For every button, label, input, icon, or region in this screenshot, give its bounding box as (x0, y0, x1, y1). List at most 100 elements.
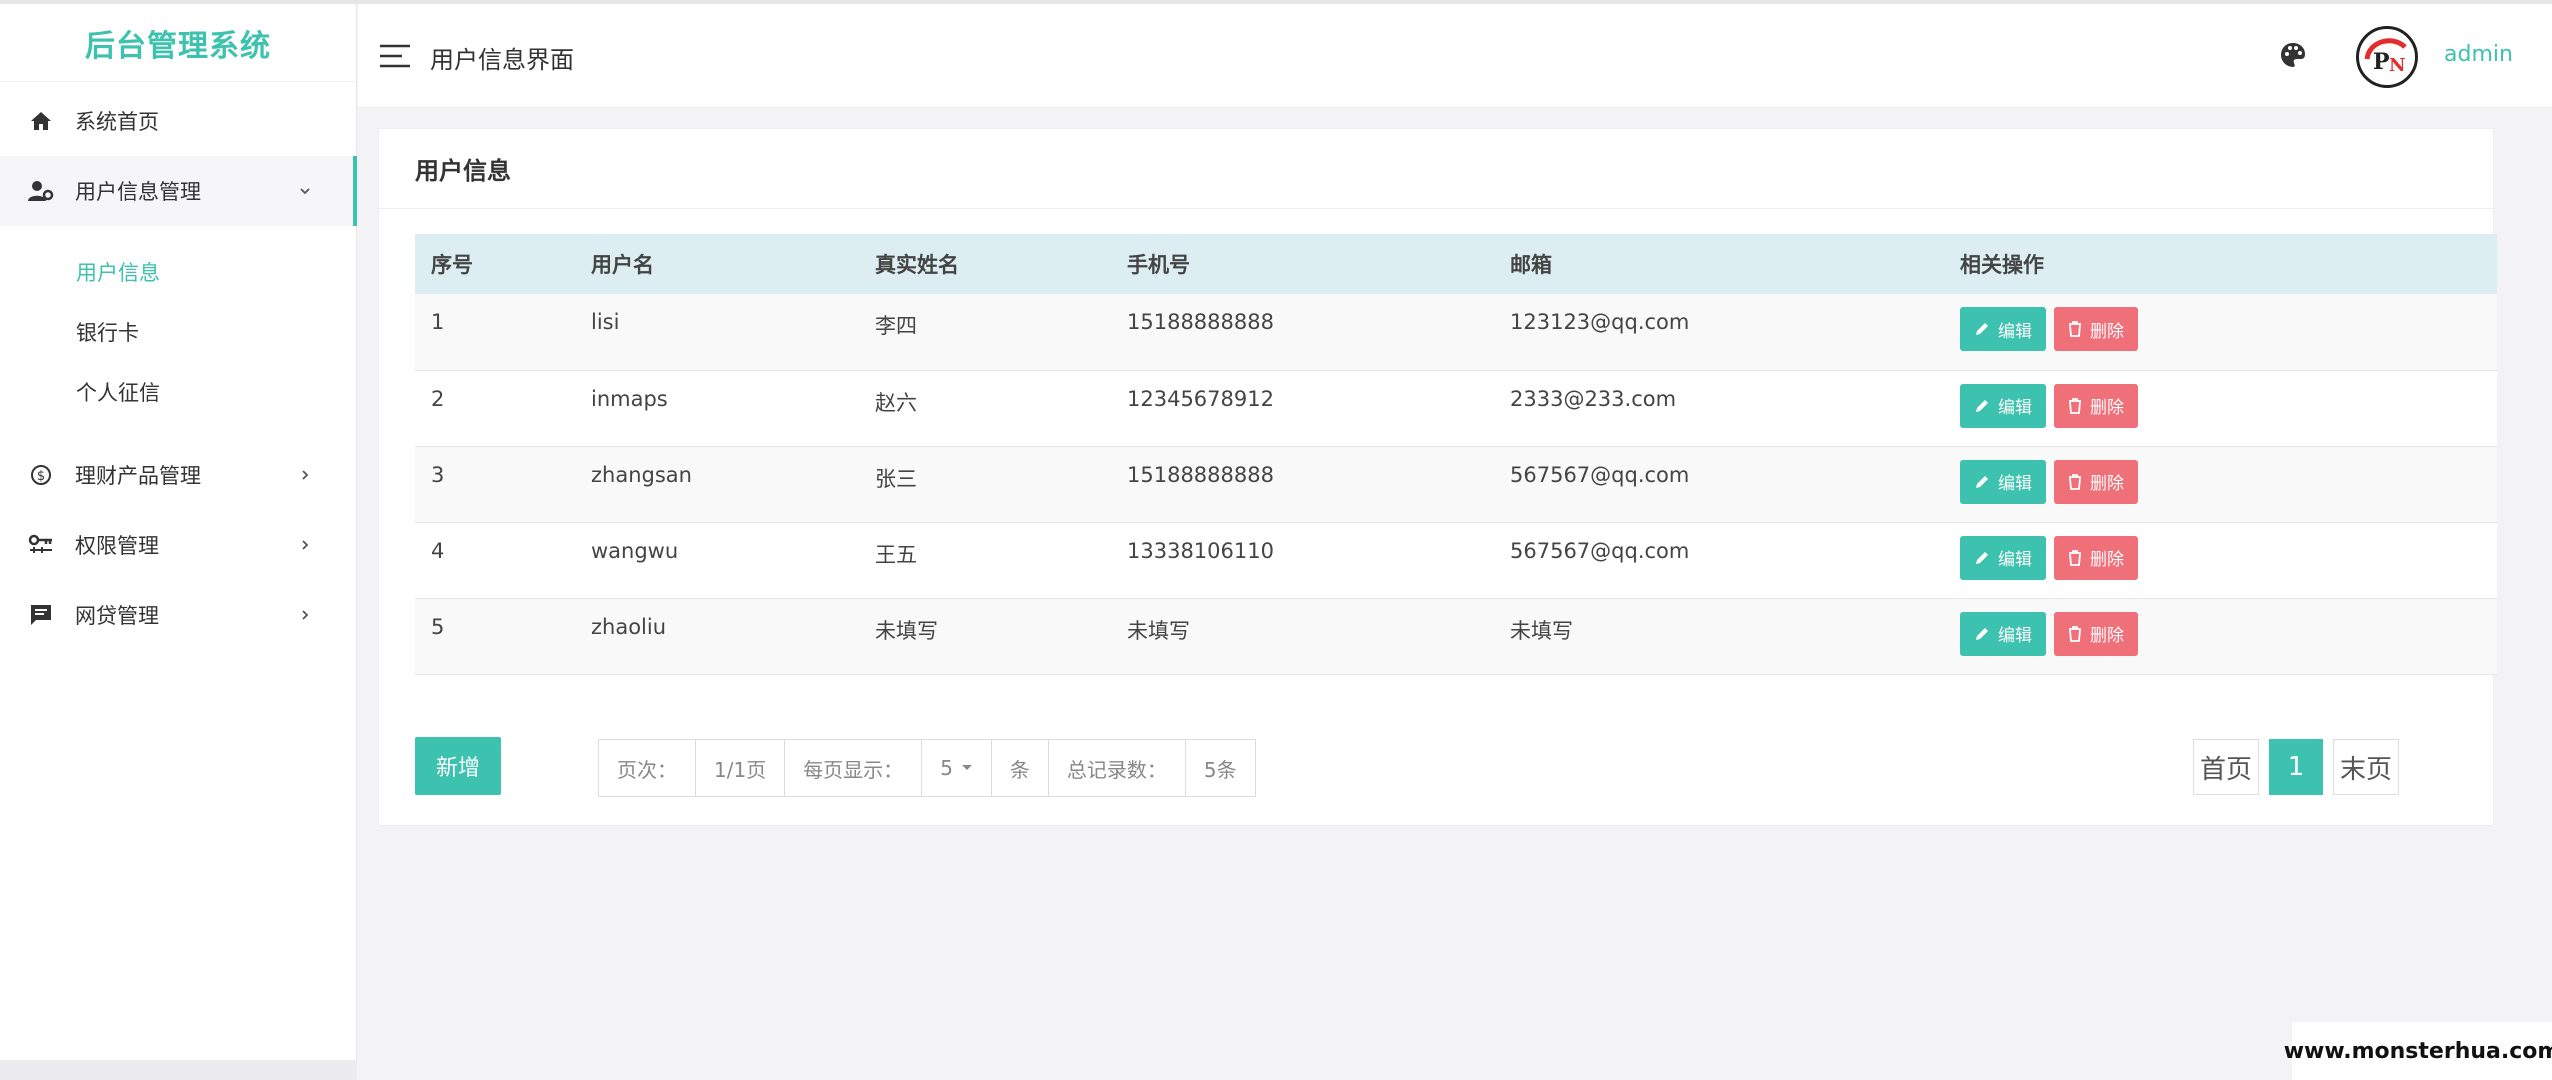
edit-label: 编辑 (1998, 398, 2032, 418)
per-page-label: 每页显示： (784, 739, 923, 797)
money-icon: $ (27, 461, 55, 489)
table-cell: wangwu (591, 538, 679, 563)
table-row: 3 zhangsan 张三 15188888888 567567@qq.com 编辑 删除 (415, 446, 2497, 522)
table-cell: 3 (431, 462, 445, 487)
column-header: 真实姓名 (875, 253, 959, 277)
table-cell: 5 (431, 614, 445, 639)
user-settings-icon (27, 177, 55, 205)
page-value: 1/1页 (695, 739, 786, 797)
table-cell: zhangsan (591, 462, 692, 487)
watermark: www.monsterhua.com (2284, 1022, 2552, 1080)
chevron-right-icon (302, 540, 309, 550)
table-row: 2 inmaps 赵六 12345678912 2333@233.com 编辑 删除 (415, 370, 2497, 446)
add-button[interactable]: 新增 (415, 737, 501, 795)
pencil-icon (1976, 475, 1988, 488)
table-cell: 李四 (875, 314, 917, 338)
page-label: 页次： (598, 739, 696, 797)
palette-icon[interactable] (2278, 40, 2308, 70)
home-icon (27, 107, 55, 135)
delete-button[interactable]: 删除 (2054, 459, 2138, 504)
top-header: 用户信息界面 P N admin (358, 4, 2552, 108)
sidebar-item-label: 系统首页 (75, 110, 159, 134)
svg-text:$: $ (37, 469, 45, 484)
actions-cell: 编辑 删除 (1944, 446, 2497, 522)
column-header: 手机号 (1127, 253, 1190, 277)
submenu-user-info: 用户信息 银行卡 个人征信 (0, 226, 356, 440)
username[interactable]: admin (2444, 42, 2513, 67)
pagination-info: 页次： 1/1页 每页显示： 5 条 总记录数： 5条 (598, 739, 1256, 797)
sidebar-subitem-credit[interactable]: 个人征信 (0, 362, 356, 422)
delete-button[interactable]: 删除 (2054, 307, 2138, 351)
app-logo[interactable]: 后台管理系统 (0, 4, 356, 82)
table-cell: inmaps (591, 386, 668, 411)
sidebar-item-home[interactable]: 系统首页 (0, 86, 356, 156)
sidebar-item-permissions[interactable]: 权限管理 (0, 510, 356, 580)
chevron-right-icon (302, 470, 309, 480)
table-row: 5 zhaoliu 未填写 未填写 未填写 编辑 删除 (415, 598, 2497, 674)
edit-button[interactable]: 编辑 (1960, 611, 2046, 656)
pencil-icon (1976, 551, 1988, 564)
first-page-button[interactable]: 首页 (2193, 739, 2260, 795)
table-cell: 123123@qq.com (1510, 310, 1690, 334)
sidebar-item-user-info-management[interactable]: 用户信息管理 (0, 156, 357, 226)
edit-label: 编辑 (1998, 626, 2032, 646)
edit-button[interactable]: 编辑 (1960, 383, 2046, 428)
per-page-unit: 条 (990, 739, 1049, 797)
delete-button[interactable]: 删除 (2054, 611, 2138, 656)
per-page-select[interactable]: 5 (921, 739, 992, 797)
caret-down-icon (961, 765, 972, 770)
card-title: 用户信息 (379, 129, 2493, 209)
pencil-icon (1976, 627, 1988, 640)
sidebar-item-label: 用户信息管理 (75, 180, 201, 204)
chevron-down-icon (300, 188, 310, 195)
pagination: 首页 1 末页 (2193, 739, 2409, 795)
user-info-card: 用户信息 序号 用户名 真实姓名 手机号 邮箱 相关操作 1 lisi 李四 1518… (378, 128, 2497, 826)
menu-toggle-icon[interactable] (380, 44, 410, 68)
actions-cell: 编辑 删除 (1944, 598, 2497, 674)
sidebar-item-label: 理财产品管理 (75, 464, 201, 488)
user-table: 序号 用户名 真实姓名 手机号 邮箱 相关操作 1 lisi 李四 151888888… (415, 234, 2497, 675)
trash-icon (2069, 397, 2081, 414)
last-page-button[interactable]: 末页 (2333, 739, 2400, 795)
edit-label: 编辑 (1998, 321, 2032, 342)
edit-label: 编辑 (1998, 474, 2032, 494)
table-cell: 2333@233.com (1510, 386, 1677, 411)
sidebar-subitem-user-info[interactable]: 用户信息 (0, 242, 356, 302)
delete-button[interactable]: 删除 (2054, 535, 2138, 580)
actions-cell: 编辑 删除 (1944, 294, 2497, 370)
edit-button[interactable]: 编辑 (1960, 459, 2046, 504)
trash-icon (2069, 625, 2081, 642)
table-cell: 15188888888 (1127, 462, 1274, 487)
table-cell: 567567@qq.com (1510, 462, 1690, 487)
avatar[interactable]: P N (2356, 26, 2418, 88)
sidebar-item-online-loans[interactable]: 网贷管理 (0, 580, 356, 650)
table-cell: 4 (431, 538, 445, 563)
total-label: 总记录数： (1047, 739, 1186, 797)
column-header: 相关操作 (1960, 253, 2044, 277)
sidebar-item-finance-products[interactable]: $ 理财产品管理 (0, 440, 356, 510)
edit-button[interactable]: 编辑 (1960, 307, 2046, 351)
sidebar: 后台管理系统 系统首页 用户信息管理 用户信息 银行卡 个人征信 $ 理财产品管… (0, 4, 357, 1080)
delete-button[interactable]: 删除 (2054, 383, 2138, 428)
pencil-icon (1976, 323, 1988, 335)
svg-text:P: P (2373, 49, 2390, 75)
table-cell: lisi (591, 310, 620, 334)
page-1-button[interactable]: 1 (2269, 739, 2324, 795)
actions-cell: 编辑 删除 (1944, 370, 2497, 446)
table-cell: 未填写 (1510, 618, 1573, 643)
table-cell: 赵六 (875, 390, 917, 415)
edit-button[interactable]: 编辑 (1960, 535, 2046, 580)
total-value: 5条 (1184, 739, 1256, 797)
table-cell: 王五 (875, 542, 917, 567)
sidebar-item-label: 权限管理 (75, 534, 159, 558)
sidebar-footer-strip (0, 1060, 357, 1080)
trash-icon (2069, 473, 2081, 490)
message-icon (27, 601, 55, 629)
per-page-value: 5 (940, 756, 953, 780)
delete-label: 删除 (2090, 626, 2124, 646)
table-cell: 1 (431, 310, 445, 334)
sidebar-subitem-bank-card[interactable]: 银行卡 (0, 302, 356, 362)
column-header: 用户名 (591, 253, 654, 277)
pencil-icon (1976, 399, 1988, 412)
delete-label: 删除 (2090, 321, 2124, 342)
